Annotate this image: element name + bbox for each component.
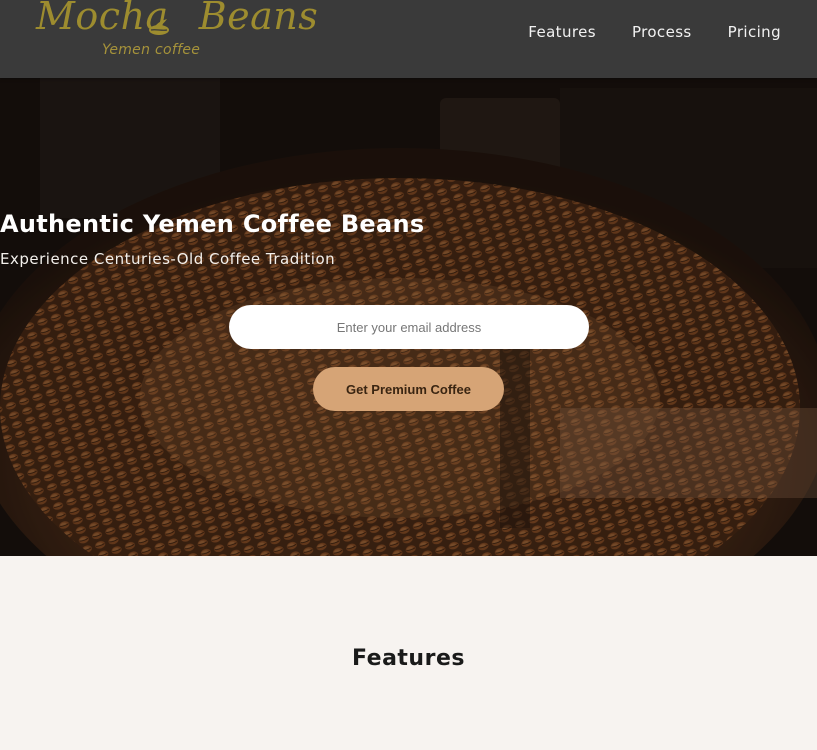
nav-link-process[interactable]: Process [632, 23, 692, 41]
main-nav: Features Process Pricing [528, 23, 781, 41]
nav-link-features[interactable]: Features [528, 23, 596, 41]
features-section: Features [0, 556, 817, 750]
coffee-bean-icon [149, 19, 169, 35]
get-premium-coffee-button[interactable]: Get Premium Coffee [313, 367, 504, 411]
logo[interactable]: Mocha Beans Yemen coffee [36, 0, 318, 62]
nav-link-pricing[interactable]: Pricing [728, 23, 781, 41]
site-header: Mocha Beans Yemen coffee Features Process… [0, 0, 817, 78]
email-input[interactable] [229, 305, 589, 349]
logo-wordmark: Mocha Beans [36, 0, 318, 38]
features-title: Features [352, 646, 465, 671]
hero-title: Authentic Yemen Coffee Beans [0, 210, 425, 238]
hero-section: Authentic Yemen Coffee Beans Experience … [0, 78, 817, 556]
hero-subtitle: Experience Centuries-Old Coffee Traditio… [0, 250, 336, 268]
logo-word-beans: Beans [198, 0, 319, 38]
logo-subtitle: Yemen coffee [102, 42, 201, 58]
